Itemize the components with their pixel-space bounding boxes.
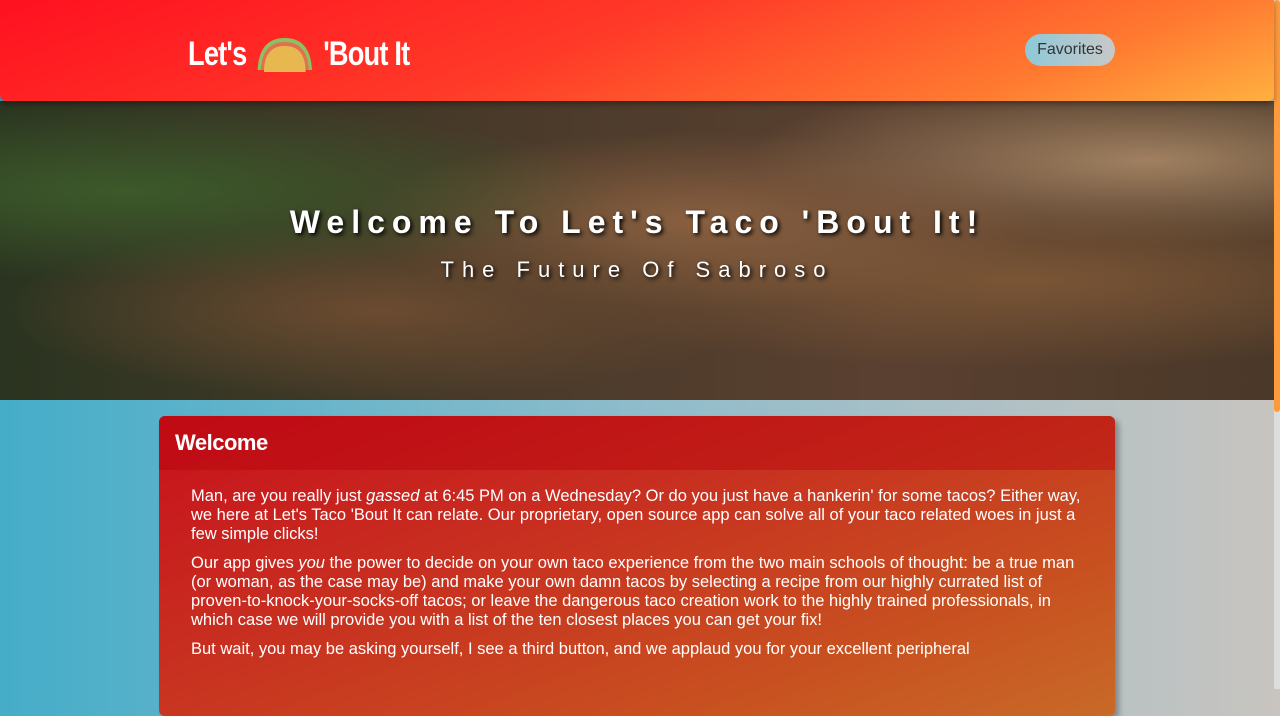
- header: Let's 'Bout It Favorites: [0, 0, 1274, 101]
- paragraph-1: Man, are you really just gassed at 6:45 …: [191, 487, 1083, 544]
- hero-banner: Welcome To Let's Taco 'Bout It! The Futu…: [0, 101, 1274, 400]
- scrollbar[interactable]: [1274, 0, 1280, 689]
- paragraph-2: Our app gives you the power to decide on…: [191, 554, 1083, 630]
- logo-text-left: Let's: [188, 34, 247, 73]
- welcome-heading: Welcome: [159, 416, 1115, 470]
- emphasis: gassed: [366, 487, 420, 505]
- scrollbar-thumb[interactable]: [1274, 0, 1280, 412]
- hero-title: Welcome To Let's Taco 'Bout It!: [289, 204, 985, 240]
- paragraph-3: But wait, you may be asking yourself, I …: [191, 640, 970, 658]
- text: Man, are you really just: [191, 487, 367, 505]
- logo[interactable]: Let's 'Bout It: [188, 34, 410, 74]
- emphasis: you: [298, 554, 325, 572]
- welcome-body: Man, are you really just gassed at 6:45 …: [159, 470, 1115, 686]
- logo-text-right: 'Bout It: [323, 34, 410, 73]
- taco-icon: [257, 38, 312, 72]
- welcome-card: Welcome Man, are you really just gassed …: [159, 416, 1115, 716]
- favorites-button[interactable]: Favorites: [1025, 34, 1115, 66]
- text: Our app gives: [191, 554, 299, 572]
- hero-subtitle: The Future Of Sabroso: [440, 257, 834, 282]
